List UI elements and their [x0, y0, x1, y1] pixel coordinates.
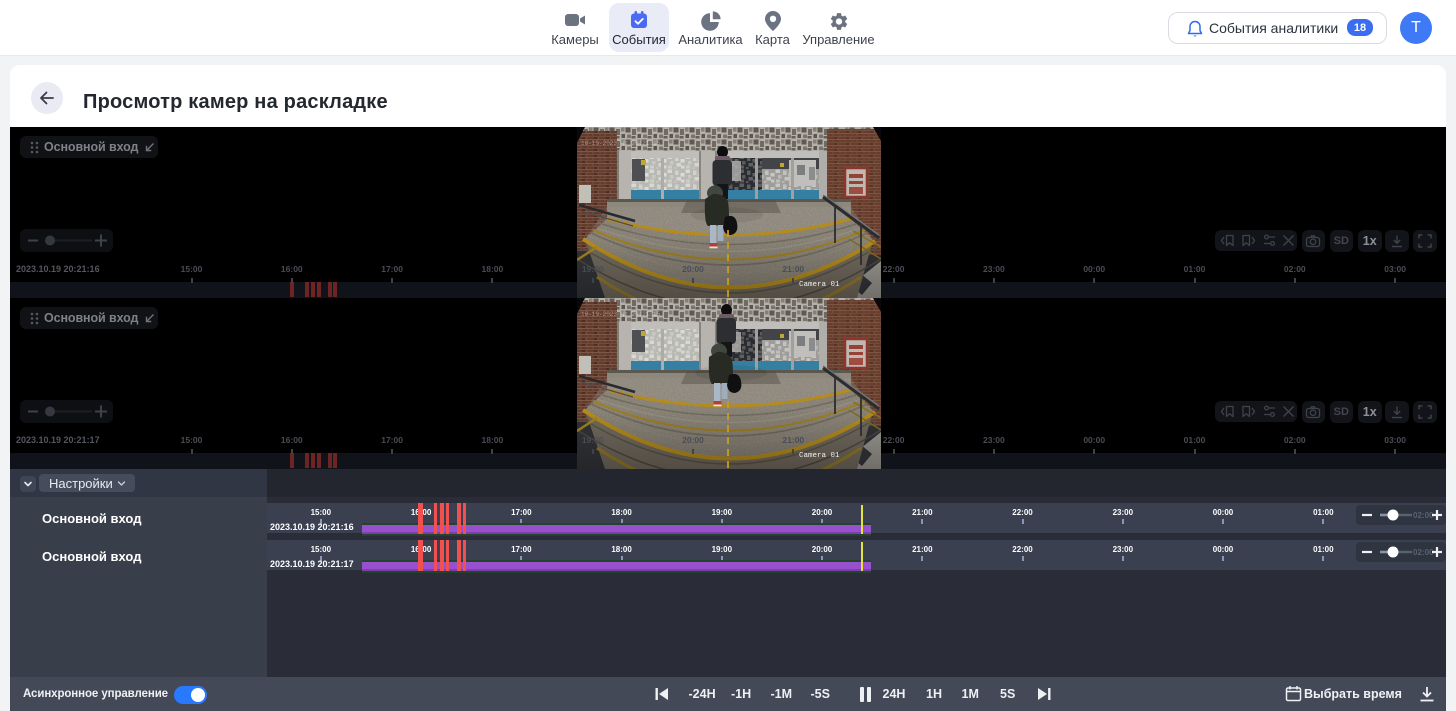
svg-text:02:00: 02:00 — [1413, 511, 1434, 520]
svg-text:02:00: 02:00 — [1413, 548, 1434, 557]
